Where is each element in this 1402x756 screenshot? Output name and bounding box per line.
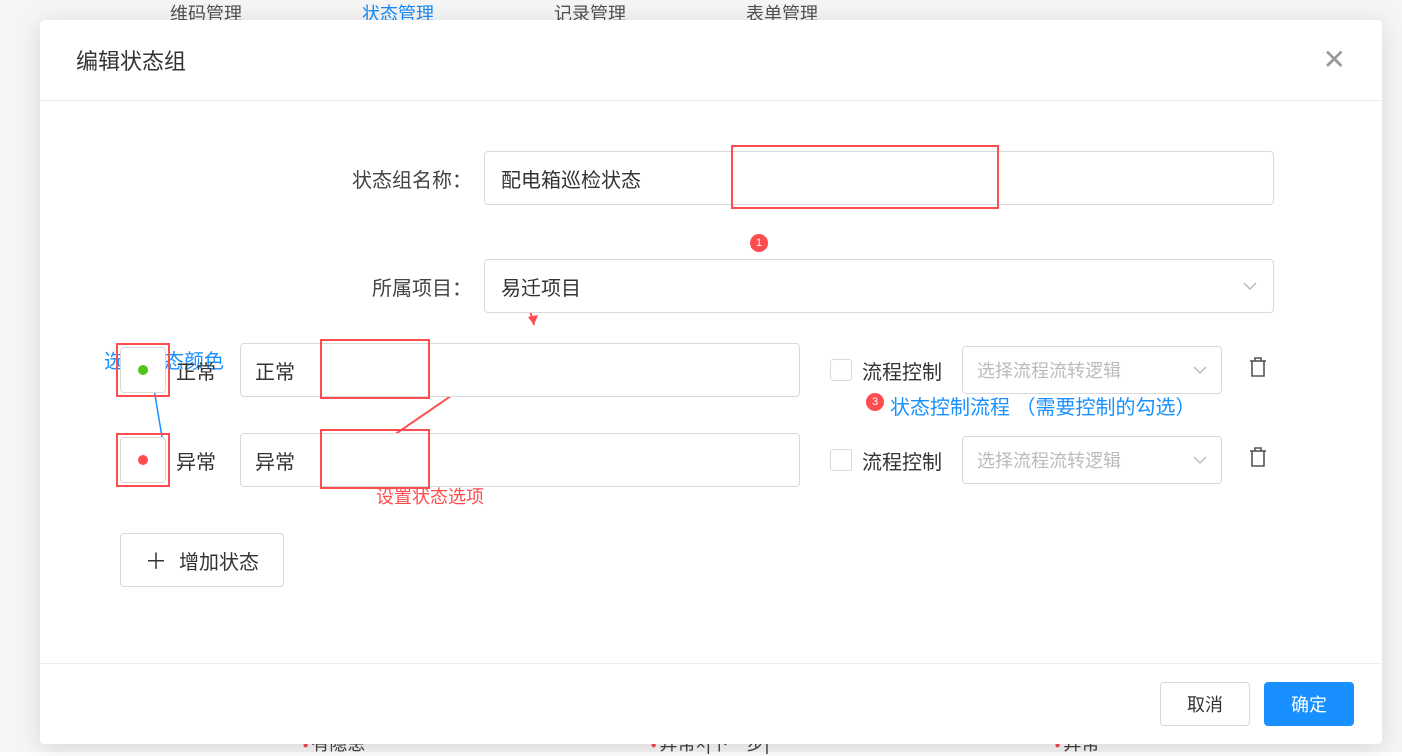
close-button[interactable]: ✕ (1323, 46, 1346, 74)
delete-status-button[interactable] (1242, 350, 1274, 390)
project-select[interactable]: 易迁项目 (484, 259, 1274, 313)
chevron-down-icon (1193, 452, 1207, 468)
flow-checkbox[interactable] (830, 449, 852, 471)
flow-checkbox-label: 流程控制 (862, 446, 942, 475)
status-hint: 正常 (176, 356, 226, 385)
flow-logic-select[interactable]: 选择流程流转逻辑 (962, 436, 1222, 484)
status-name-input[interactable] (240, 343, 800, 397)
flow-checkbox-wrap: 流程控制 (830, 356, 942, 385)
modal-footer: 取消 确定 (40, 663, 1382, 744)
edit-status-group-modal: 编辑状态组 ✕ 1 2 3 选择状态颜色 状态控制流程 （需要控制的勾选） 设置… (40, 20, 1382, 744)
close-icon: ✕ (1323, 44, 1346, 75)
add-status-label: 增加状态 (179, 546, 259, 575)
color-swatch-button[interactable] (120, 347, 166, 393)
color-swatch-wrap (120, 347, 166, 393)
confirm-button[interactable]: 确定 (1264, 682, 1354, 726)
project-label: 所属项目： (326, 272, 484, 301)
flow-checkbox[interactable] (830, 359, 852, 381)
status-row: 异常 流程控制 选择流程流转逻辑 (120, 433, 1346, 487)
cancel-button[interactable]: 取消 (1160, 682, 1250, 726)
delete-status-button[interactable] (1242, 440, 1274, 480)
status-hint: 异常 (176, 446, 226, 475)
status-group-name-input[interactable] (484, 151, 1274, 205)
form-row-name: 状态组名称： (326, 151, 1346, 205)
project-select-value: 易迁项目 (501, 272, 581, 301)
flow-checkbox-wrap: 流程控制 (830, 446, 942, 475)
trash-icon (1248, 451, 1268, 473)
chevron-down-icon (1193, 362, 1207, 378)
flow-logic-select[interactable]: 选择流程流转逻辑 (962, 346, 1222, 394)
annotation-badge-1: 1 (750, 234, 768, 252)
form-row-project: 所属项目： 易迁项目 (326, 259, 1346, 313)
status-name-input[interactable] (240, 433, 800, 487)
modal-body: 1 2 3 选择状态颜色 状态控制流程 （需要控制的勾选） 设置状态选项 状态组… (40, 101, 1382, 663)
color-swatch-wrap (120, 437, 166, 483)
plus-icon: ＋ (145, 544, 167, 576)
flow-select-placeholder: 选择流程流转逻辑 (977, 447, 1121, 473)
color-swatch-button[interactable] (120, 437, 166, 483)
chevron-down-icon (1243, 278, 1257, 294)
color-dot-icon (138, 455, 148, 465)
modal-header: 编辑状态组 ✕ (40, 20, 1382, 101)
flow-checkbox-label: 流程控制 (862, 356, 942, 385)
add-status-button[interactable]: ＋ 增加状态 (120, 533, 284, 587)
trash-icon (1248, 361, 1268, 383)
status-row: 正常 流程控制 选择流程流转逻辑 (120, 343, 1346, 397)
modal-title: 编辑状态组 (76, 44, 186, 76)
color-dot-icon (138, 365, 148, 375)
name-label: 状态组名称： (326, 164, 484, 193)
flow-select-placeholder: 选择流程流转逻辑 (977, 357, 1121, 383)
